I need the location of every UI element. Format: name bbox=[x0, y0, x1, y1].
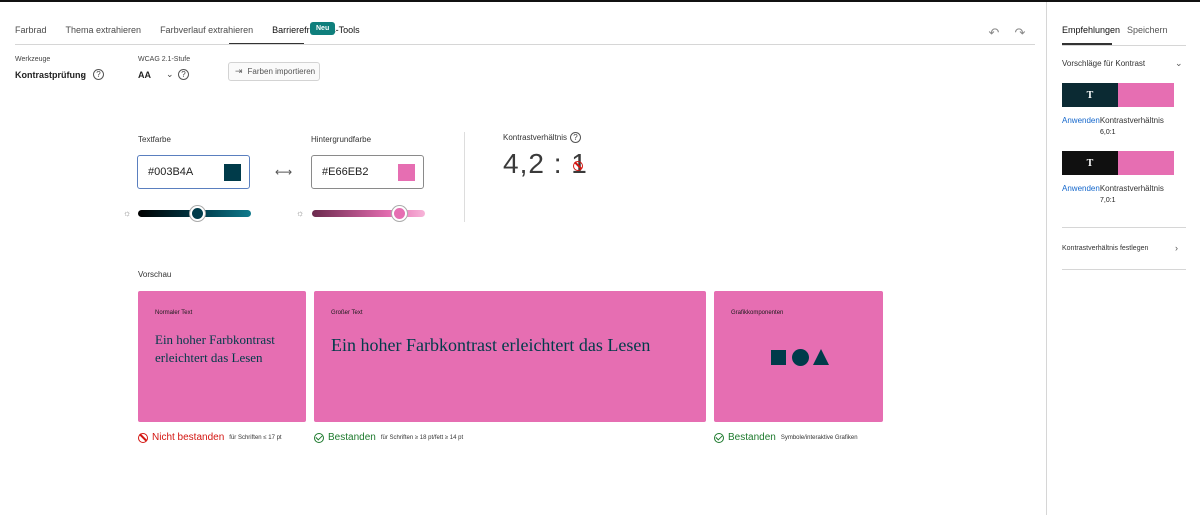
suggestion-ratio-value: 7,0:1 bbox=[1100, 197, 1116, 204]
apply-link[interactable]: Anwenden bbox=[1062, 116, 1100, 125]
preview-card-normal-text: Normaler Text Ein hoher Farbkontrast erl… bbox=[138, 291, 306, 422]
help-icon[interactable]: ? bbox=[570, 132, 581, 143]
divider bbox=[1062, 269, 1186, 270]
chevron-down-icon[interactable]: ⌄ bbox=[1175, 58, 1183, 69]
top-border bbox=[0, 0, 1200, 2]
text-color-swatch[interactable] bbox=[224, 164, 241, 181]
suggestion-text-sample: T bbox=[1062, 83, 1118, 107]
divider bbox=[1062, 45, 1186, 46]
suggestion-ratio-label: Kontrastverhältnis bbox=[1099, 116, 1164, 125]
tab-thema-extrahieren[interactable]: Thema extrahieren bbox=[66, 19, 142, 41]
status-label: Bestanden bbox=[328, 432, 376, 443]
bg-color-label: Hintergrundfarbe bbox=[311, 135, 372, 144]
suggestion-row-2: AnwendenKontrastverhältnis bbox=[1062, 184, 1164, 193]
divider bbox=[1062, 227, 1186, 228]
contrast-ratio-label: Kontrastverhältnis bbox=[503, 133, 568, 142]
preview-title: Vorschau bbox=[138, 270, 172, 279]
suggestions-title: Vorschläge für Kontrast bbox=[1062, 59, 1146, 68]
import-colors-button[interactable]: ⇥ Farben importieren bbox=[228, 62, 320, 81]
triangle-shape bbox=[813, 349, 829, 365]
pass-icon bbox=[714, 432, 724, 443]
card-sample-text: Ein hoher Farbkontrast erleichtert das L… bbox=[331, 335, 651, 355]
pass-icon bbox=[314, 432, 324, 443]
set-contrast-ratio-link[interactable]: Kontrastverhältnis festlegen bbox=[1062, 245, 1148, 252]
wcag-label: WCAG 2.1-Stufe bbox=[138, 56, 191, 63]
preview-card-graphics: Grafikkomponenten bbox=[714, 291, 883, 422]
redo-icon[interactable]: ↷ bbox=[1013, 26, 1027, 40]
status-label: Nicht bestanden bbox=[152, 432, 225, 443]
import-colors-label: Farben importieren bbox=[247, 67, 316, 76]
brightness-icon: ☼ bbox=[123, 208, 132, 218]
text-color-input[interactable]: #003B4A bbox=[137, 155, 250, 189]
card-caption: Normaler Text bbox=[155, 310, 193, 316]
wcag-select[interactable]: AA bbox=[138, 70, 151, 80]
import-icon: ⇥ bbox=[235, 66, 243, 76]
brightness-icon: ☼ bbox=[296, 208, 305, 218]
chevron-down-icon[interactable]: ⌄ bbox=[80, 69, 88, 80]
circle-shape bbox=[792, 349, 809, 366]
preview-card-large-text: Großer Text Ein hoher Farbkontrast erlei… bbox=[314, 291, 706, 422]
suggestion-ratio-value: 6,0:1 bbox=[1100, 129, 1116, 136]
undo-icon[interactable]: ↶ bbox=[987, 26, 1001, 40]
card-sample-text: Ein hoher Farbkontrast erleichtert das L… bbox=[155, 332, 275, 365]
bg-color-value: #E66EB2 bbox=[322, 166, 369, 178]
tab-farbverlauf-extrahieren[interactable]: Farbverlauf extrahieren bbox=[160, 19, 253, 41]
result-large-text: Bestanden für Schriften ≥ 18 pt/fett ≥ 1… bbox=[314, 432, 463, 443]
square-shape bbox=[771, 350, 786, 365]
tools-select[interactable]: Kontrastprüfung bbox=[15, 70, 86, 80]
chevron-right-icon[interactable]: › bbox=[1175, 243, 1178, 253]
fail-icon bbox=[573, 161, 583, 171]
bg-brightness-slider[interactable] bbox=[312, 210, 425, 217]
right-panel: Empfehlungen Speichern Vorschläge für Ko… bbox=[1046, 2, 1200, 515]
status-note: für Schriften ≥ 18 pt/fett ≥ 14 pt bbox=[380, 434, 464, 441]
bg-color-swatch[interactable] bbox=[398, 164, 415, 181]
suggestion-bg-sample bbox=[1118, 151, 1174, 175]
tools-label: Werkzeuge bbox=[15, 56, 51, 63]
bg-color-input[interactable]: #E66EB2 bbox=[311, 155, 424, 189]
result-normal-text: Nicht bestanden für Schriften ≤ 17 pt bbox=[138, 432, 282, 443]
swap-colors-icon[interactable]: ⟷ bbox=[275, 165, 292, 179]
tabs-divider bbox=[15, 44, 1035, 45]
status-note: für Schriften ≤ 17 pt bbox=[229, 434, 282, 441]
result-graphics: Bestanden Symbole/interaktive Grafiken bbox=[714, 432, 858, 443]
tab-farbrad[interactable]: Farbrad bbox=[15, 19, 47, 41]
text-brightness-thumb[interactable] bbox=[189, 206, 205, 221]
tab-speichern[interactable]: Speichern bbox=[1127, 25, 1168, 35]
help-icon[interactable]: ? bbox=[178, 69, 189, 80]
fail-icon bbox=[138, 432, 148, 443]
text-color-value: #003B4A bbox=[148, 166, 194, 178]
suggestion-ratio-label: Kontrastverhältnis bbox=[1099, 184, 1164, 193]
status-label: Bestanden bbox=[728, 432, 776, 443]
suggestion-swatch-1[interactable]: T bbox=[1062, 83, 1174, 107]
card-caption: Großer Text bbox=[331, 310, 363, 316]
new-badge: Neu bbox=[310, 22, 336, 35]
suggestion-swatch-2[interactable]: T bbox=[1062, 151, 1174, 175]
suggestion-row-1: AnwendenKontrastverhältnis bbox=[1062, 116, 1164, 125]
divider bbox=[464, 132, 465, 222]
status-note: Symbole/interaktive Grafiken bbox=[780, 434, 858, 441]
bg-brightness-thumb[interactable] bbox=[392, 206, 408, 221]
chevron-down-icon[interactable]: ⌄ bbox=[166, 69, 174, 80]
apply-link[interactable]: Anwenden bbox=[1062, 184, 1100, 193]
tab-empfehlungen[interactable]: Empfehlungen bbox=[1062, 25, 1120, 35]
help-icon[interactable]: ? bbox=[93, 69, 104, 80]
suggestion-bg-sample bbox=[1118, 83, 1174, 107]
card-caption: Grafikkomponenten bbox=[731, 310, 784, 316]
suggestion-text-sample: T bbox=[1062, 151, 1118, 175]
text-color-label: Textfarbe bbox=[138, 135, 171, 144]
